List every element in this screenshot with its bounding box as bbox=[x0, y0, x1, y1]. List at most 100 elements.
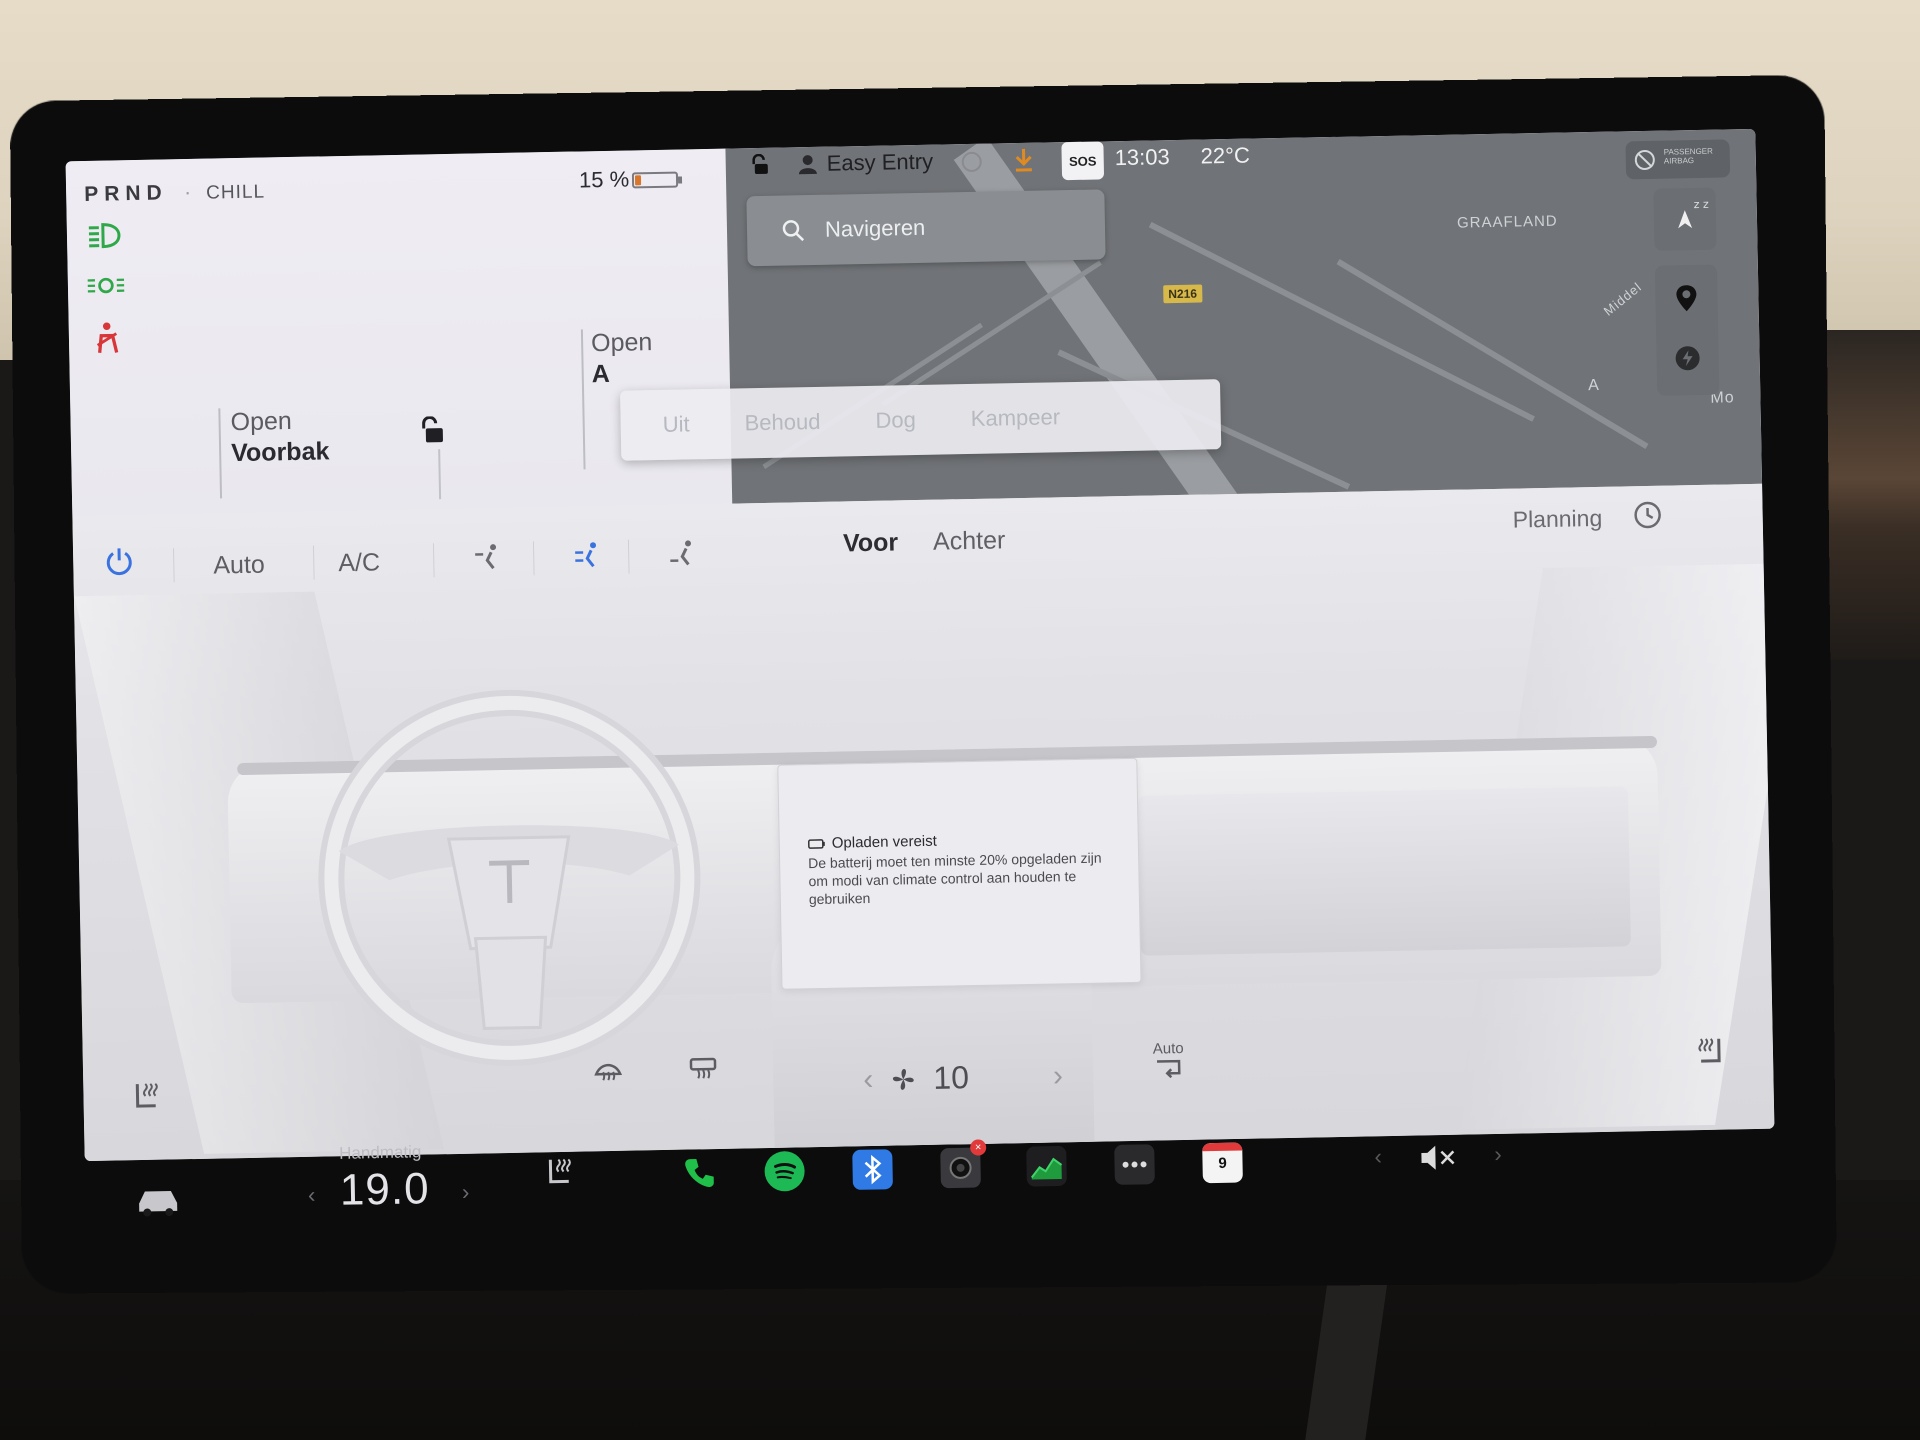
spotify-icon bbox=[774, 1162, 797, 1180]
divider bbox=[173, 548, 175, 583]
energy-app[interactable] bbox=[1026, 1145, 1067, 1187]
rear-trunk-name: A bbox=[591, 359, 611, 389]
volume-down-button[interactable]: ‹ bbox=[1374, 1144, 1382, 1170]
map-side-controls bbox=[1654, 264, 1720, 396]
headlight-icon bbox=[88, 223, 121, 249]
bluetooth-icon bbox=[864, 1154, 882, 1185]
temp-increase-button[interactable]: › bbox=[462, 1179, 470, 1205]
compass-icon: z z bbox=[1678, 198, 1710, 229]
navigation-search-placeholder: Navigeren bbox=[824, 214, 926, 242]
seatbelt-warning-icon bbox=[96, 322, 119, 353]
navigation-search[interactable]: Navigeren bbox=[746, 189, 1106, 267]
map-pin-icon[interactable] bbox=[1674, 283, 1699, 313]
divider bbox=[312, 545, 315, 580]
driver-profile[interactable]: Easy Entry bbox=[826, 149, 933, 177]
steering-wheel-illustration bbox=[318, 689, 701, 1066]
map-orientation-control[interactable]: z z bbox=[1653, 187, 1717, 251]
clock: 13:03 bbox=[1114, 144, 1170, 171]
energy-graph-icon bbox=[1030, 1157, 1063, 1180]
separator-dot: · bbox=[183, 180, 192, 205]
touchscreen: PRND · CHILL 15 % Open Voorbak Open A Ea… bbox=[65, 128, 1775, 1162]
battery-percent: 15 % bbox=[578, 166, 630, 193]
map-label-partial: A bbox=[1587, 376, 1600, 395]
power-icon[interactable] bbox=[103, 545, 136, 578]
seat-heater-passenger-icon[interactable] bbox=[1695, 1035, 1726, 1070]
road-number-badge: N216 bbox=[1163, 284, 1203, 304]
fan-icon bbox=[893, 1068, 914, 1090]
notice-body: De batterij moet ten minste 20% opgelade… bbox=[808, 849, 1102, 908]
temperature-mode: Handmatig bbox=[338, 1142, 422, 1163]
airbag-off-icon bbox=[1634, 149, 1655, 170]
software-update-icon[interactable] bbox=[1012, 147, 1034, 173]
front-defrost-icon[interactable] bbox=[593, 1058, 623, 1085]
passenger-airbag-indicator: PASSENGER AIRBAG bbox=[1625, 139, 1731, 180]
airflow-combined-icon[interactable] bbox=[668, 538, 699, 569]
tab-front[interactable]: Voor bbox=[843, 528, 899, 558]
svg-text:z z: z z bbox=[1694, 198, 1710, 211]
divider bbox=[627, 539, 630, 574]
ac-button[interactable]: A/C bbox=[338, 548, 380, 578]
planning-button[interactable]: Planning bbox=[1512, 505, 1602, 534]
rear-trunk-open-label: Open bbox=[590, 328, 653, 358]
auto-climate-button[interactable]: Auto bbox=[213, 551, 265, 581]
tab-rear[interactable]: Achter bbox=[933, 526, 1006, 556]
phone-icon bbox=[685, 1158, 714, 1187]
notice-title: Opladen vereist bbox=[831, 832, 937, 852]
recirculation-icon bbox=[1157, 1059, 1181, 1079]
car-icon[interactable] bbox=[135, 1185, 182, 1218]
battery-fill bbox=[634, 175, 642, 186]
bluetooth-app[interactable] bbox=[852, 1149, 893, 1190]
fan-decrease-button[interactable]: ‹ bbox=[863, 1062, 874, 1096]
homelink-icon[interactable] bbox=[961, 151, 983, 173]
unlock-icon[interactable] bbox=[419, 416, 446, 444]
lock-icon[interactable] bbox=[749, 153, 771, 176]
divider bbox=[532, 541, 535, 576]
camera-app[interactable]: × bbox=[940, 1139, 987, 1189]
temp-decrease-button[interactable]: ‹ bbox=[308, 1182, 316, 1208]
camera-error-badge: × bbox=[970, 1139, 987, 1156]
more-apps-button[interactable] bbox=[1114, 1144, 1155, 1185]
charger-icon[interactable] bbox=[1674, 345, 1700, 371]
airflow-feet-icon[interactable] bbox=[573, 540, 604, 571]
phone-app[interactable] bbox=[679, 1153, 720, 1194]
profile-icon[interactable] bbox=[797, 153, 819, 175]
trunk-divider bbox=[438, 449, 442, 500]
seat-heater-icon[interactable] bbox=[544, 1155, 575, 1190]
battery-low-icon bbox=[807, 838, 825, 849]
recirculation-auto-label: Auto bbox=[1152, 1040, 1184, 1058]
map-place-label: GRAAFLAND bbox=[1456, 212, 1558, 232]
front-trunk-name: Voorbak bbox=[230, 437, 330, 468]
climate-panel: Auto A/C Voor Achter Planning Opladen ve… bbox=[72, 483, 1775, 1162]
recirculation-control[interactable]: Auto bbox=[1153, 1040, 1185, 1086]
volume-muted-icon[interactable] bbox=[1419, 1142, 1460, 1173]
divider bbox=[432, 543, 435, 578]
calendar-header bbox=[1202, 1142, 1243, 1152]
keep-mode-camp[interactable]: Kampeer bbox=[971, 404, 1061, 432]
car-panel: PRND · CHILL 15 % Open Voorbak Open A bbox=[65, 148, 733, 517]
camera-icon bbox=[949, 1156, 972, 1179]
fan-speed-value: 10 bbox=[932, 1059, 970, 1096]
keep-mode-off[interactable]: Uit bbox=[662, 411, 689, 438]
parking-light-icon bbox=[87, 277, 125, 294]
fan-increase-button[interactable]: › bbox=[1053, 1059, 1064, 1093]
gear-indicator: PRND bbox=[83, 181, 168, 206]
charging-required-notice: Opladen vereist De batterij moet ten min… bbox=[777, 757, 1142, 990]
outside-temperature: 22°C bbox=[1200, 142, 1251, 169]
volume-up-button[interactable]: › bbox=[1494, 1141, 1502, 1167]
sos-button[interactable]: SOS bbox=[1061, 141, 1105, 181]
calendar-app[interactable]: 9 bbox=[1202, 1142, 1243, 1184]
keep-mode-keep[interactable]: Behoud bbox=[744, 409, 820, 436]
battery-icon bbox=[631, 171, 679, 189]
seat-heater-driver-icon[interactable] bbox=[131, 1080, 162, 1115]
airflow-face-icon[interactable] bbox=[473, 542, 504, 573]
climate-keep-mode-menu: Uit Behoud Dog Kampeer bbox=[620, 379, 1222, 461]
airbag-label: PASSENGER AIRBAG bbox=[1663, 146, 1713, 166]
front-trunk-control[interactable]: Open Voorbak bbox=[218, 406, 331, 499]
rear-defrost-icon[interactable] bbox=[688, 1056, 718, 1083]
fan-speed-control: ‹ 10 › bbox=[863, 1057, 1063, 1098]
driver-temperature-control: ‹ Handmatig 19.0 › bbox=[308, 1142, 470, 1216]
drive-mode: CHILL bbox=[205, 181, 266, 204]
clock-icon[interactable] bbox=[1632, 500, 1663, 531]
keep-mode-dog[interactable]: Dog bbox=[875, 407, 916, 434]
spotify-app[interactable] bbox=[764, 1150, 805, 1192]
